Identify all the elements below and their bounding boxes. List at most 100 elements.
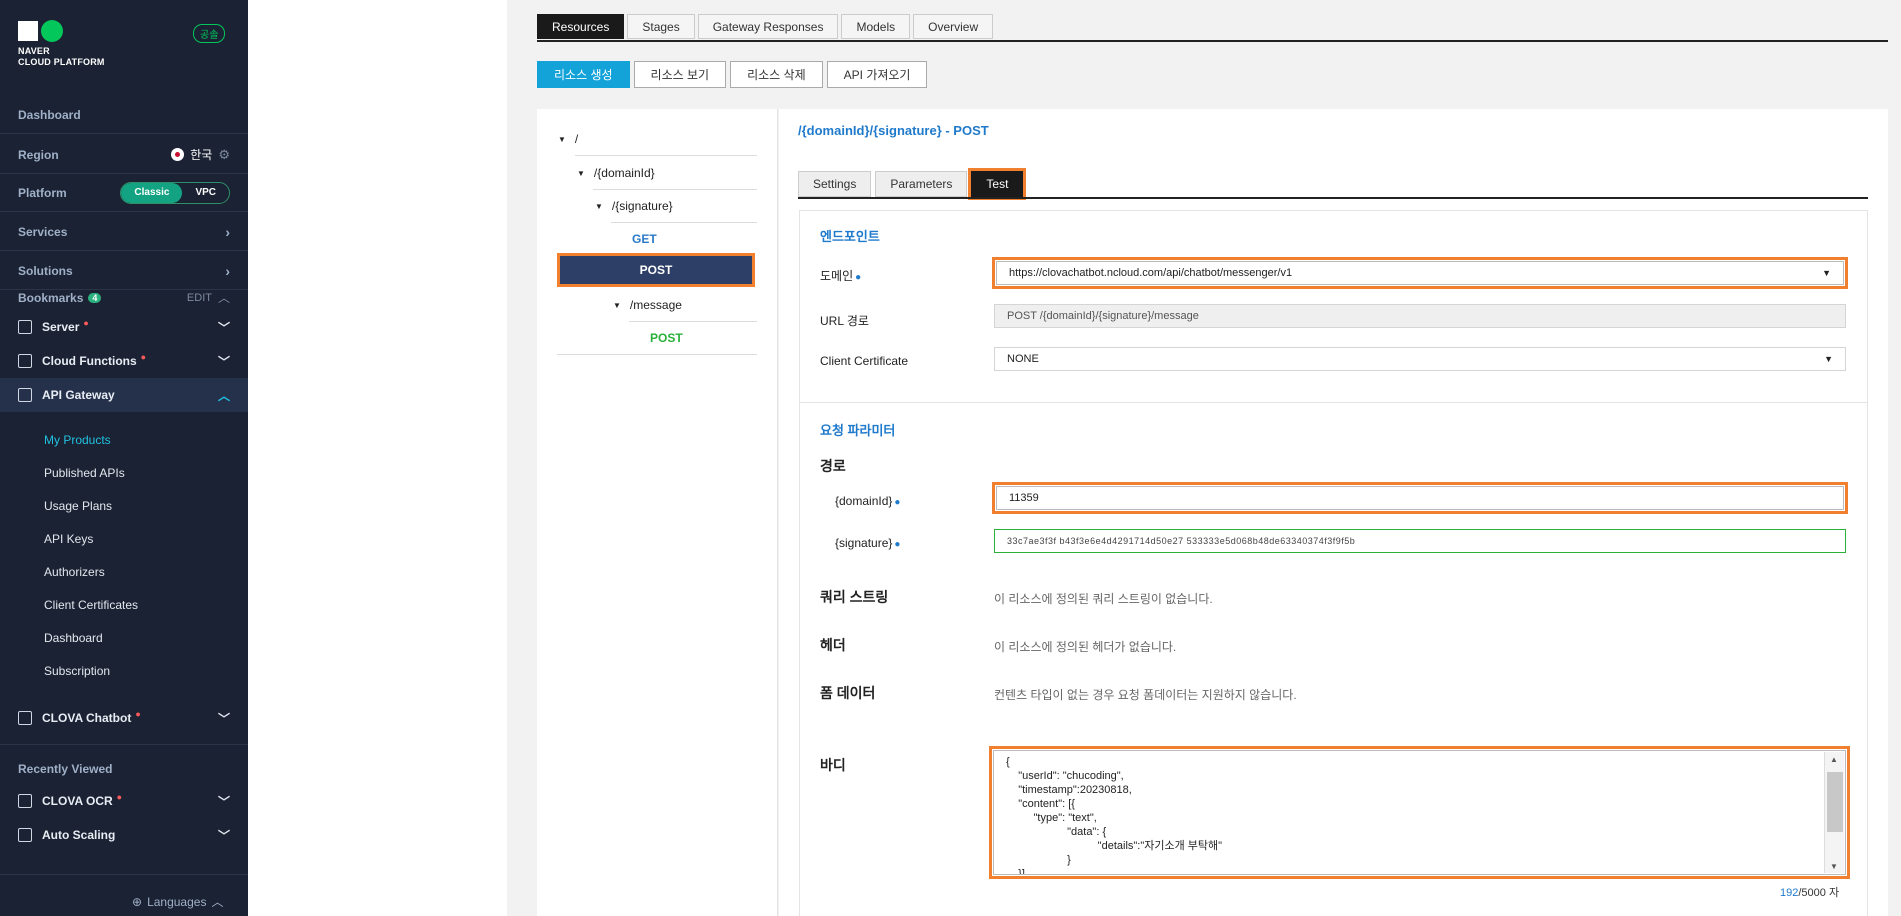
tab-overview[interactable]: Overview bbox=[913, 14, 994, 39]
api-gateway-icon bbox=[18, 388, 32, 402]
sidebar-item-cloud-functions[interactable]: Cloud Functions ● ﹀ bbox=[0, 344, 248, 378]
sub-item-usage-plans[interactable]: Usage Plans bbox=[44, 499, 112, 513]
sidebar-solutions[interactable]: Solutions › bbox=[0, 252, 248, 290]
client-cert-value: NONE bbox=[1007, 353, 1039, 365]
tab-gateway-responses[interactable]: Gateway Responses bbox=[697, 14, 839, 39]
path-label: 경로 bbox=[820, 458, 846, 474]
tree-node-message[interactable]: ▼ /message bbox=[613, 298, 682, 312]
sidebar-item-label: Cloud Functions bbox=[42, 354, 137, 368]
sidebar-item-clova-chatbot[interactable]: CLOVA Chatbot ● ﹀ bbox=[0, 701, 248, 735]
url-path-label: URL 경로 bbox=[820, 314, 869, 328]
recent-item-clova-ocr[interactable]: CLOVA OCR ● ﹀ bbox=[0, 784, 248, 818]
sub-item-subscription[interactable]: Subscription bbox=[44, 664, 110, 678]
chevron-down-icon: ﹀ bbox=[217, 794, 230, 809]
domain-label: 도메인 ● bbox=[820, 267, 861, 284]
sub-item-published-apis[interactable]: Published APIs bbox=[44, 466, 125, 480]
platform-toggle[interactable]: Classic VPC bbox=[120, 181, 230, 204]
url-path-field: POST /{domainId}/{signature}/message bbox=[994, 304, 1846, 328]
languages-button[interactable]: ⊕ Languages ︿ bbox=[132, 893, 223, 910]
chevron-up-icon: ︿ bbox=[217, 388, 230, 403]
tab-resources[interactable]: Resources bbox=[537, 14, 625, 39]
client-cert-select[interactable]: NONE ▼ bbox=[994, 347, 1846, 371]
scrollbar-thumb[interactable] bbox=[1827, 772, 1843, 832]
sidebar-dashboard[interactable]: Dashboard bbox=[0, 96, 248, 134]
tree-node-label: / bbox=[574, 132, 579, 146]
body-char-counter: 192/5000 자 bbox=[1780, 884, 1839, 900]
delete-resource-button[interactable]: 리소스 삭제 bbox=[730, 61, 823, 88]
tree-divider bbox=[629, 321, 757, 322]
char-count: 192 bbox=[1780, 887, 1799, 899]
sidebar-platform: Platform Classic VPC bbox=[0, 174, 248, 212]
bookmarks-count-badge: 4 bbox=[88, 292, 102, 303]
korea-flag-icon bbox=[171, 148, 185, 161]
resource-tree bbox=[537, 109, 778, 916]
chatbot-icon bbox=[18, 711, 32, 725]
sub-item-my-products[interactable]: My Products bbox=[44, 433, 111, 447]
body-scrollbar[interactable]: ▲ ▼ bbox=[1824, 752, 1844, 873]
chevron-down-icon: ﹀ bbox=[217, 354, 230, 369]
tree-node-domainid[interactable]: ▼ /{domainId} bbox=[577, 166, 655, 180]
tab-settings[interactable]: Settings bbox=[798, 171, 872, 197]
tab-stages[interactable]: Stages bbox=[627, 14, 695, 39]
recent-item-auto-scaling[interactable]: Auto Scaling ﹀ bbox=[0, 818, 248, 852]
languages-label: Languages bbox=[147, 894, 207, 909]
tree-divider bbox=[611, 222, 757, 223]
sidebar-item-server[interactable]: Server ● ﹀ bbox=[0, 310, 248, 344]
region-value: 한국 bbox=[190, 148, 213, 162]
method-tabs: Settings Parameters Test bbox=[798, 168, 1027, 200]
chevron-up-icon[interactable]: ︿ bbox=[218, 289, 230, 306]
domain-select-value: https://clovachatbot.ncloud.com/api/chat… bbox=[1009, 267, 1293, 279]
sub-item-dashboard[interactable]: Dashboard bbox=[44, 631, 103, 645]
sidebar-item-api-gateway[interactable]: API Gateway ︿ bbox=[0, 378, 248, 412]
globe-icon: ⊕ bbox=[132, 894, 143, 909]
logo-text: NAVER CLOUD PLATFORM bbox=[18, 46, 105, 68]
tree-divider bbox=[575, 155, 757, 156]
platform-classic[interactable]: Classic bbox=[121, 182, 183, 203]
tab-models[interactable]: Models bbox=[841, 14, 911, 39]
platform-vpc[interactable]: VPC bbox=[182, 183, 229, 203]
resource-tabs: Resources Stages Gateway Responses Model… bbox=[537, 14, 994, 39]
domainid-param-text: {domainId} bbox=[835, 494, 893, 508]
bookmarks-edit-button[interactable]: EDIT bbox=[187, 292, 212, 304]
signature-input[interactable]: 33c7ae3f3f b43f3e6e4d4291714d50e27 53333… bbox=[994, 529, 1846, 553]
gear-icon[interactable]: ⚙ bbox=[218, 147, 230, 163]
recently-viewed-label: Recently Viewed bbox=[18, 762, 113, 776]
scroll-down-icon[interactable]: ▼ bbox=[1830, 862, 1838, 871]
import-api-button[interactable]: API 가져오기 bbox=[826, 61, 928, 88]
caret-down-icon[interactable]: ▼ bbox=[577, 169, 585, 178]
sidebar-region[interactable]: Region 한국 ⚙ bbox=[0, 136, 248, 174]
tree-node-signature[interactable]: ▼ /{signature} bbox=[595, 199, 673, 213]
caret-down-icon[interactable]: ▼ bbox=[558, 135, 566, 144]
domainid-input[interactable]: 11359 bbox=[992, 482, 1848, 514]
tree-method-get[interactable]: GET bbox=[632, 232, 657, 246]
tree-method-post-selected[interactable]: POST bbox=[557, 253, 755, 287]
sub-item-client-certificates[interactable]: Client Certificates bbox=[44, 598, 138, 612]
body-textarea[interactable]: { "userId": "chucoding", "timestamp":202… bbox=[989, 746, 1850, 879]
logo-mark-icon bbox=[18, 20, 105, 42]
new-dot: ● bbox=[135, 709, 141, 719]
request-params-title: 요청 파라미터 bbox=[820, 423, 896, 438]
create-resource-button[interactable]: 리소스 생성 bbox=[537, 61, 630, 88]
caret-down-icon[interactable]: ▼ bbox=[595, 202, 603, 211]
method-tabs-underline bbox=[798, 197, 1868, 199]
chevron-up-icon: ︿ bbox=[211, 895, 224, 909]
tree-node-root[interactable]: ▼ / bbox=[558, 132, 578, 146]
sub-item-authorizers[interactable]: Authorizers bbox=[44, 565, 105, 579]
signature-input-value: 33c7ae3f3f b43f3e6e4d4291714d50e27 53333… bbox=[1007, 536, 1356, 546]
tab-parameters[interactable]: Parameters bbox=[875, 171, 968, 197]
tab-test[interactable]: Test bbox=[968, 168, 1027, 200]
view-resource-button[interactable]: 리소스 보기 bbox=[633, 61, 727, 88]
scroll-up-icon[interactable]: ▲ bbox=[1830, 755, 1838, 764]
sub-item-api-keys[interactable]: API Keys bbox=[44, 532, 93, 546]
gov-badge[interactable]: 공솔 bbox=[193, 24, 226, 43]
ocr-icon bbox=[18, 794, 32, 808]
domain-select[interactable]: https://clovachatbot.ncloud.com/api/chat… bbox=[992, 257, 1848, 289]
sidebar-services[interactable]: Services › bbox=[0, 213, 248, 251]
new-dot: ● bbox=[83, 318, 89, 328]
url-path-value: POST /{domainId}/{signature}/message bbox=[1007, 310, 1199, 322]
tree-method-post[interactable]: POST bbox=[650, 331, 683, 345]
region-label: Region bbox=[18, 147, 59, 162]
naver-cloud-logo[interactable]: NAVER CLOUD PLATFORM bbox=[18, 20, 105, 68]
required-mark: ● bbox=[894, 497, 901, 508]
caret-down-icon[interactable]: ▼ bbox=[613, 301, 621, 310]
